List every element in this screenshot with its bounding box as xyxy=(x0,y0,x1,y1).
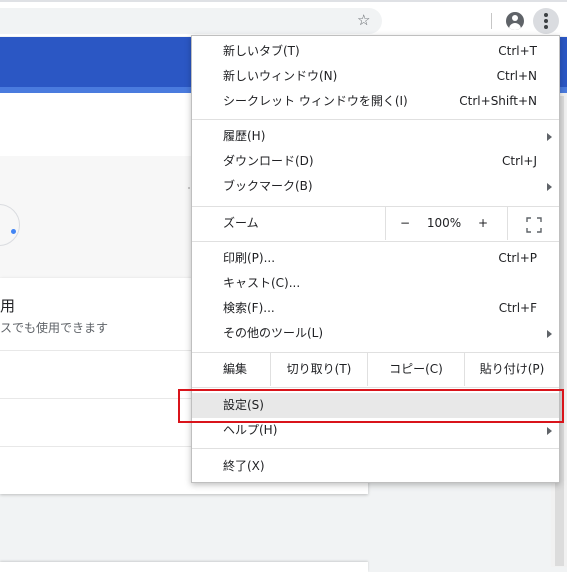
menu-item-shortcut: Ctrl+N xyxy=(496,69,537,83)
menu-item-shortcut: Ctrl+T xyxy=(498,44,537,58)
menu-item-label: その他のツール(L) xyxy=(223,326,324,340)
chevron-right-icon xyxy=(547,133,552,141)
menu-item-new-tab[interactable]: 新しいタブ(T) Ctrl+T xyxy=(192,39,559,64)
menu-item-bookmarks[interactable]: ブックマーク(B) xyxy=(192,174,559,199)
lower-card xyxy=(0,562,368,572)
copy-button[interactable]: コピー(C) xyxy=(368,353,464,386)
menu-item-new-window[interactable]: 新しいウィンドウ(N) Ctrl+N xyxy=(192,64,559,89)
settings-highlight-box xyxy=(178,389,564,423)
toolbar-divider xyxy=(491,13,492,29)
menu-item-history[interactable]: 履歴(H) xyxy=(192,124,559,149)
menu-separator xyxy=(192,448,559,449)
menu-separator xyxy=(192,119,559,120)
menu-item-downloads[interactable]: ダウンロード(D) Ctrl+J xyxy=(192,149,559,174)
zoom-label: ズーム xyxy=(223,216,259,230)
address-bar[interactable] xyxy=(0,8,382,34)
menu-item-label: ダウンロード(D) xyxy=(223,154,314,168)
menu-separator xyxy=(192,387,559,388)
browser-toolbar: ☆ xyxy=(0,0,567,36)
menu-item-shortcut: Ctrl+Shift+N xyxy=(459,94,537,108)
menu-item-label: シークレット ウィンドウを開く(I) xyxy=(223,94,408,108)
chevron-right-icon xyxy=(547,183,552,191)
account-circle-icon[interactable] xyxy=(506,12,524,30)
menu-item-label: キャスト(C)... xyxy=(223,276,301,290)
zoom-level: 100% xyxy=(426,216,462,230)
menu-item-label: 印刷(P)... xyxy=(223,251,276,265)
fullscreen-icon[interactable] xyxy=(526,217,542,233)
more-vertical-icon[interactable] xyxy=(533,8,559,34)
menu-item-label: ブックマーク(B) xyxy=(223,179,313,193)
menu-item-label: 新しいウィンドウ(N) xyxy=(223,69,338,83)
zoom-divider xyxy=(385,207,386,240)
zoom-out-button[interactable]: − xyxy=(392,207,418,240)
zoom-row: ズーム − 100% + xyxy=(192,207,559,241)
zoom-divider xyxy=(507,207,508,240)
menu-item-shortcut: Ctrl+P xyxy=(498,251,537,265)
progress-dot xyxy=(11,229,16,234)
menu-item-exit[interactable]: 終了(X) xyxy=(192,454,559,479)
menu-item-incognito[interactable]: シークレット ウィンドウを開く(I) Ctrl+Shift+N xyxy=(192,89,559,114)
chevron-right-icon xyxy=(547,330,552,338)
paste-button[interactable]: 貼り付け(P) xyxy=(465,353,559,386)
cut-button[interactable]: 切り取り(T) xyxy=(271,353,367,386)
chevron-right-icon xyxy=(547,427,552,435)
menu-separator xyxy=(192,241,559,242)
menu-item-find[interactable]: 検索(F)... Ctrl+F xyxy=(192,296,559,321)
menu-item-label: 検索(F)... xyxy=(223,301,275,315)
menu-item-shortcut: Ctrl+J xyxy=(502,154,537,168)
edit-label: 編集 xyxy=(223,362,248,376)
menu-item-label: 履歴(H) xyxy=(223,129,266,143)
menu-item-label: 終了(X) xyxy=(223,459,265,473)
star-icon[interactable]: ☆ xyxy=(357,10,370,30)
menu-item-print[interactable]: 印刷(P)... Ctrl+P xyxy=(192,246,559,271)
edit-row: 編集 切り取り(T) コピー(C) 貼り付け(P) xyxy=(192,353,559,387)
card-title: 用 xyxy=(0,297,16,315)
menu-item-cast[interactable]: キャスト(C)... xyxy=(192,271,559,296)
menu-item-label: 新しいタブ(T) xyxy=(223,44,300,58)
background-dot xyxy=(188,187,190,189)
card-subtitle: スでも使用できます xyxy=(0,321,109,335)
menu-item-more-tools[interactable]: その他のツール(L) xyxy=(192,321,559,346)
menu-item-shortcut: Ctrl+F xyxy=(498,301,537,315)
zoom-in-button[interactable]: + xyxy=(470,207,496,240)
